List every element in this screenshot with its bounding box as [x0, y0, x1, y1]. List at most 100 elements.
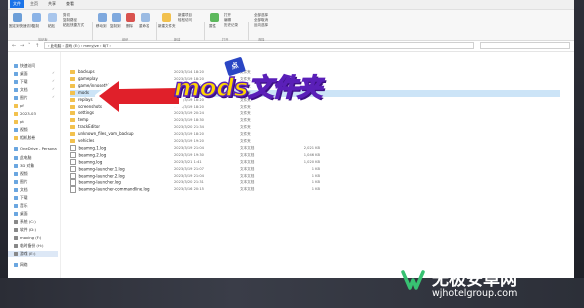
sidebar-item-label: pt [20, 119, 24, 124]
paste-icon[interactable] [48, 13, 57, 22]
sidebar-item[interactable]: 图片 [14, 179, 28, 185]
copy-icon[interactable] [32, 13, 41, 22]
sidebar-item[interactable]: 游戏 (E:) [8, 251, 58, 257]
copy-to-icon[interactable] [112, 13, 121, 22]
sidebar-item[interactable]: 桌面 [14, 71, 28, 77]
sidebar-item[interactable]: 3D 对象 [14, 163, 34, 169]
file-row[interactable]: beamng.2.log 2023/3/19 19:30 文本文档 1,046 KB [70, 151, 560, 159]
file-row[interactable]: beamng-launcher.2.log 2023/3/19 21:04 文本文档… [70, 172, 560, 180]
rename-icon[interactable] [141, 13, 150, 22]
sidebar-item-label: moxing (F:) [20, 235, 42, 240]
sidebar-item[interactable]: pf [14, 103, 24, 109]
file-type: 文本文档 [240, 159, 255, 164]
up-arrow-icon[interactable]: ↑ [35, 43, 39, 49]
sidebar-item-label: pf [20, 103, 24, 108]
folder-icon [70, 83, 75, 88]
sidebar-item-label: 图片 [20, 179, 28, 184]
sidebar-item[interactable]: 音乐 [14, 203, 28, 209]
file-name: replays [78, 96, 93, 102]
sidebar-item[interactable]: 网络 [14, 262, 28, 268]
text-file-icon [70, 165, 76, 173]
pin-quick-access-button[interactable]: 固定到快速访问 [9, 24, 34, 29]
recent-dropdown-icon[interactable]: ˅ [28, 43, 31, 49]
file-date: 2023/3/20 21:31 [174, 180, 204, 185]
sidebar-item[interactable]: 2023-03 [14, 111, 36, 117]
sidebar-item[interactable]: pt [14, 119, 24, 125]
sidebar-item[interactable]: 视频 [14, 171, 28, 177]
sidebar-item[interactable]: moxing (F:) [14, 235, 41, 241]
new-folder-icon[interactable] [162, 13, 171, 22]
copy-button[interactable]: 复制 [32, 24, 39, 29]
sidebar-item-label: 游戏 (E:) [20, 251, 36, 256]
file-type: 文本文档 [240, 166, 255, 171]
folder-icon [70, 125, 75, 130]
tab-share[interactable]: 共享 [48, 1, 56, 7]
sidebar-item[interactable]: 下载 [14, 195, 28, 201]
sidebar-item-label: 相机胶卷 [20, 135, 36, 140]
sidebar-item-label: 2023-03 [20, 111, 36, 116]
drive-icon [14, 220, 18, 224]
file-row[interactable]: beamng.1.log 2023/3/19 21:04 文本文档 2,021 KB [70, 144, 560, 152]
folder-icon [14, 104, 18, 108]
music-icon [14, 204, 18, 208]
file-size: 1 KB [311, 187, 320, 192]
folder-icon [70, 97, 75, 102]
video-icon [14, 172, 18, 176]
text-file-icon [70, 172, 76, 179]
forward-arrow-icon[interactable]: → [20, 43, 24, 49]
file-row[interactable]: trackEditor 2023/3/20 21:34 文件夹 [70, 124, 560, 131]
paste-button[interactable]: 粘贴 [48, 24, 55, 29]
sidebar-item[interactable]: 相机胶卷 [14, 135, 35, 141]
file-date: 2023/3/19 19:30 [174, 152, 204, 157]
file-row[interactable]: beamng-launcher.1.log 2023/3/19 21:07 文本文档… [70, 165, 560, 173]
copy-to-button[interactable]: 复制到 [110, 24, 121, 29]
tab-view[interactable]: 查看 [66, 1, 74, 7]
history-button[interactable]: 历史记录 [224, 23, 238, 28]
sidebar-item[interactable]: OneDrive - Persona [14, 146, 57, 152]
pin-icon[interactable] [13, 13, 22, 22]
file-row[interactable]: temp 2023/3/19 18:30 文件夹 [70, 117, 560, 124]
sidebar-item[interactable]: 下载 [14, 79, 28, 85]
sidebar-item[interactable]: 软件 (D:) [14, 227, 36, 233]
sidebar-item-label: 文档 [20, 87, 28, 92]
sidebar-item[interactable]: 文档 [14, 87, 28, 93]
sidebar-item[interactable]: 快速访问 [14, 63, 35, 69]
move-to-icon[interactable] [98, 13, 107, 22]
properties-button[interactable]: 属性 [209, 24, 216, 29]
move-to-button[interactable]: 移动到 [96, 24, 107, 29]
address-input[interactable]: › 此电脑 › 游戏 (E:) › menyjve › BJT › [44, 42, 474, 49]
tab-home[interactable]: 主页 [30, 1, 38, 7]
file-row[interactable]: unknown_files_vam_backup 2023/3/19 18:20 文… [70, 131, 560, 138]
file-date: 2023/3/19 21:07 [174, 166, 204, 171]
sidebar-item[interactable]: 图片 [14, 95, 28, 101]
back-arrow-icon[interactable]: ← [12, 43, 16, 49]
drive-icon [14, 236, 18, 240]
sidebar-item[interactable]: 文档 [14, 187, 28, 193]
file-row[interactable]: beamng.log 2023/3/21 1:41 文本文档 1,020 KB [70, 158, 560, 166]
delete-icon[interactable] [126, 13, 135, 22]
rename-button[interactable]: 重命名 [139, 24, 150, 29]
sidebar-item-label: 图片 [20, 95, 28, 100]
sidebar-item[interactable]: 临时备份 (H:) [14, 243, 44, 249]
invert-selection-button[interactable]: 反向选择 [254, 23, 268, 28]
text-file-icon [70, 144, 76, 152]
delete-button[interactable]: 删除 [126, 24, 133, 29]
file-type: 文件夹 [240, 132, 251, 137]
paste-shortcut-button[interactable]: 粘贴快捷方式 [63, 23, 84, 28]
file-type: 文本文档 [240, 173, 255, 178]
sidebar-item[interactable]: 桌面 [14, 211, 28, 217]
easy-access-button[interactable]: 轻松访问 [178, 18, 192, 23]
search-input[interactable] [480, 42, 570, 49]
new-folder-button[interactable]: 新建文件夹 [158, 24, 176, 29]
sidebar-item[interactable]: 系统 (C:) [14, 219, 36, 225]
sidebar-item[interactable]: 视频 [14, 127, 28, 133]
file-row[interactable]: beamng-launcher.log 2023/3/20 21:31 文本文档 1 … [70, 179, 560, 186]
picture-icon [14, 96, 18, 100]
sidebar-item[interactable]: 此电脑 [14, 155, 31, 161]
file-row[interactable]: vehicles 2023/3/19 19:20 文件夹 [70, 138, 560, 145]
tab-file[interactable]: 文件 [10, 0, 24, 8]
properties-icon[interactable] [210, 13, 219, 22]
file-name: mods [78, 89, 89, 95]
file-size: 2,021 KB [303, 145, 320, 150]
file-row[interactable]: beamng-launcher-commandline.log 2023/3/16… [70, 186, 560, 193]
